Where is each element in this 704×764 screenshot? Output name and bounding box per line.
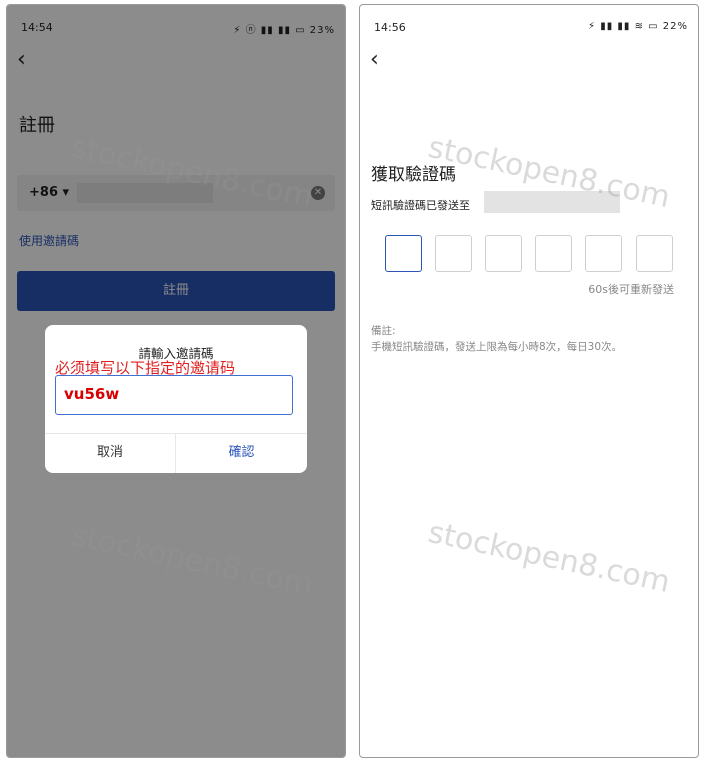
code-digit-4[interactable]	[535, 235, 572, 272]
invite-code-value: vu56w	[64, 385, 120, 403]
watermark: stockopen8.com	[425, 514, 674, 601]
code-digit-3[interactable]	[485, 235, 522, 272]
back-arrow-icon[interactable]: ‹	[370, 49, 379, 71]
status-time: 14:56	[374, 21, 406, 34]
verification-screen: 14:56 ⚡ ▮▮ ▮▮ ≋ ▭ 22% ‹ 獲取驗證碼 短訊驗證碼已發送至 …	[359, 4, 699, 758]
code-digit-2[interactable]	[435, 235, 472, 272]
status-bar: 14:56 ⚡ ▮▮ ▮▮ ≋ ▭ 22%	[360, 19, 698, 39]
sms-sent-label: 短訊驗證碼已發送至	[371, 199, 470, 212]
invite-code-dialog: 請輸入邀請碼 必须填写以下指定的邀请码 vu56w 取消 確認	[45, 325, 307, 473]
register-screen: 14:54 ⚡ ⓝ ▮▮ ▮▮ ▭ 23% ‹ 註冊 +86 ▾ ✕ 使用邀請碼…	[6, 4, 346, 758]
confirm-button[interactable]: 確認	[176, 433, 307, 473]
code-digit-1[interactable]	[385, 235, 422, 272]
code-digit-5[interactable]	[585, 235, 622, 272]
invite-code-input[interactable]: vu56w	[55, 375, 293, 415]
status-icons: ⚡ ▮▮ ▮▮ ≋ ▭ 22%	[588, 21, 688, 32]
resend-countdown: 60s後可重新發送	[588, 283, 674, 296]
note-label: 備註:	[371, 325, 396, 337]
cancel-button[interactable]: 取消	[45, 433, 175, 473]
note-text: 手機短訊驗證碼，發送上限為每小時8次，每日30次。	[371, 341, 623, 353]
code-digit-6[interactable]	[636, 235, 673, 272]
